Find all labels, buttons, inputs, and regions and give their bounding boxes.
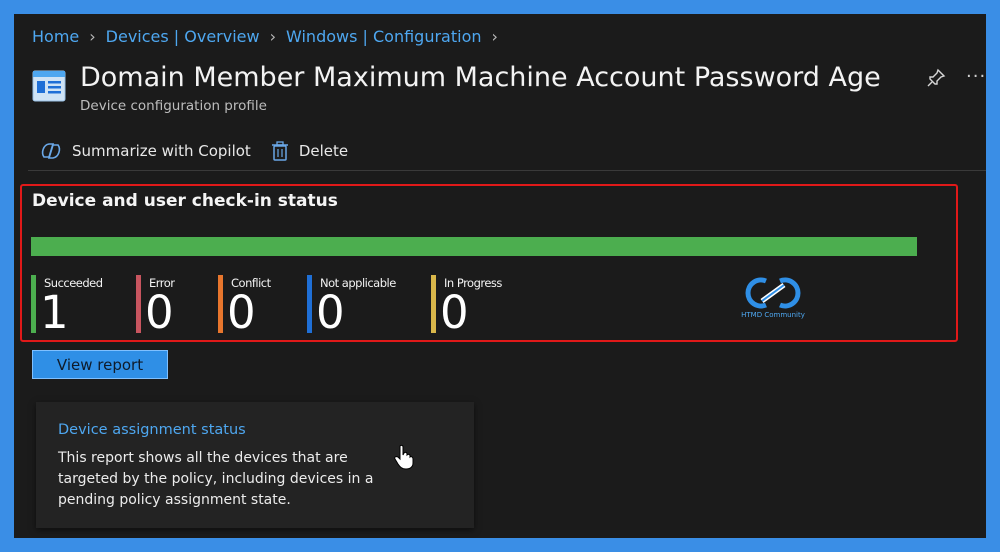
counter-in-progress[interactable]: In Progress 0: [431, 275, 541, 339]
delete-button[interactable]: Delete: [271, 141, 348, 161]
counter-stripe: [218, 275, 223, 333]
counter-not-applicable[interactable]: Not applicable 0: [307, 275, 427, 339]
more-options-icon[interactable]: ···: [966, 66, 986, 87]
card-title[interactable]: Device assignment status: [58, 422, 246, 438]
counter-value: 0: [227, 286, 256, 339]
counter-stripe: [31, 275, 36, 333]
configuration-profile-icon: [32, 70, 66, 102]
card-description: This report shows all the devices that a…: [58, 450, 374, 508]
counter-value: 0: [440, 286, 469, 339]
copilot-icon: [41, 143, 61, 159]
breadcrumb-devices-overview[interactable]: Devices | Overview: [106, 27, 260, 46]
counter-error[interactable]: Error 0: [136, 275, 216, 339]
pin-icon[interactable]: [926, 68, 946, 88]
summarize-with-copilot-label: Summarize with Copilot: [72, 142, 251, 160]
checkin-status-title: Device and user check-in status: [32, 191, 338, 211]
checkin-progress-fill: [31, 237, 917, 256]
counter-stripe: [136, 275, 141, 333]
chevron-right-icon: ›: [491, 26, 498, 46]
counter-value: 1: [40, 286, 69, 339]
breadcrumb-home[interactable]: Home: [32, 27, 79, 46]
htmd-community-logo: HTMD Community: [738, 275, 808, 323]
hand-cursor-icon: [394, 444, 414, 470]
counter-value: 0: [145, 286, 174, 339]
breadcrumb: Home › Devices | Overview › Windows | Co…: [32, 25, 508, 47]
logo-caption: HTMD Community: [741, 311, 805, 319]
summarize-with-copilot-button[interactable]: Summarize with Copilot: [40, 141, 251, 161]
page-subtitle: Device configuration profile: [80, 98, 267, 114]
counter-conflict[interactable]: Conflict 0: [218, 275, 303, 339]
counter-stripe: [431, 275, 436, 333]
command-bar: Summarize with Copilot Delete: [40, 138, 368, 164]
counter-stripe: [307, 275, 312, 333]
chevron-right-icon: ›: [89, 26, 96, 46]
toolbar-divider: [28, 170, 986, 171]
portal-window: Home › Devices | Overview › Windows | Co…: [14, 14, 986, 538]
page-title: Domain Member Maximum Machine Account Pa…: [80, 62, 881, 93]
checkin-status-panel: Device and user check-in status Succeede…: [20, 184, 958, 342]
counter-succeeded[interactable]: Succeeded 1: [31, 275, 131, 339]
breadcrumb-windows-configuration[interactable]: Windows | Configuration: [286, 27, 482, 46]
chevron-right-icon: ›: [269, 26, 277, 46]
delete-label: Delete: [298, 142, 349, 160]
trash-icon: [271, 141, 288, 161]
counter-value: 0: [316, 286, 345, 339]
view-report-button[interactable]: View report: [32, 350, 168, 379]
checkin-progress-bar: [31, 237, 917, 256]
